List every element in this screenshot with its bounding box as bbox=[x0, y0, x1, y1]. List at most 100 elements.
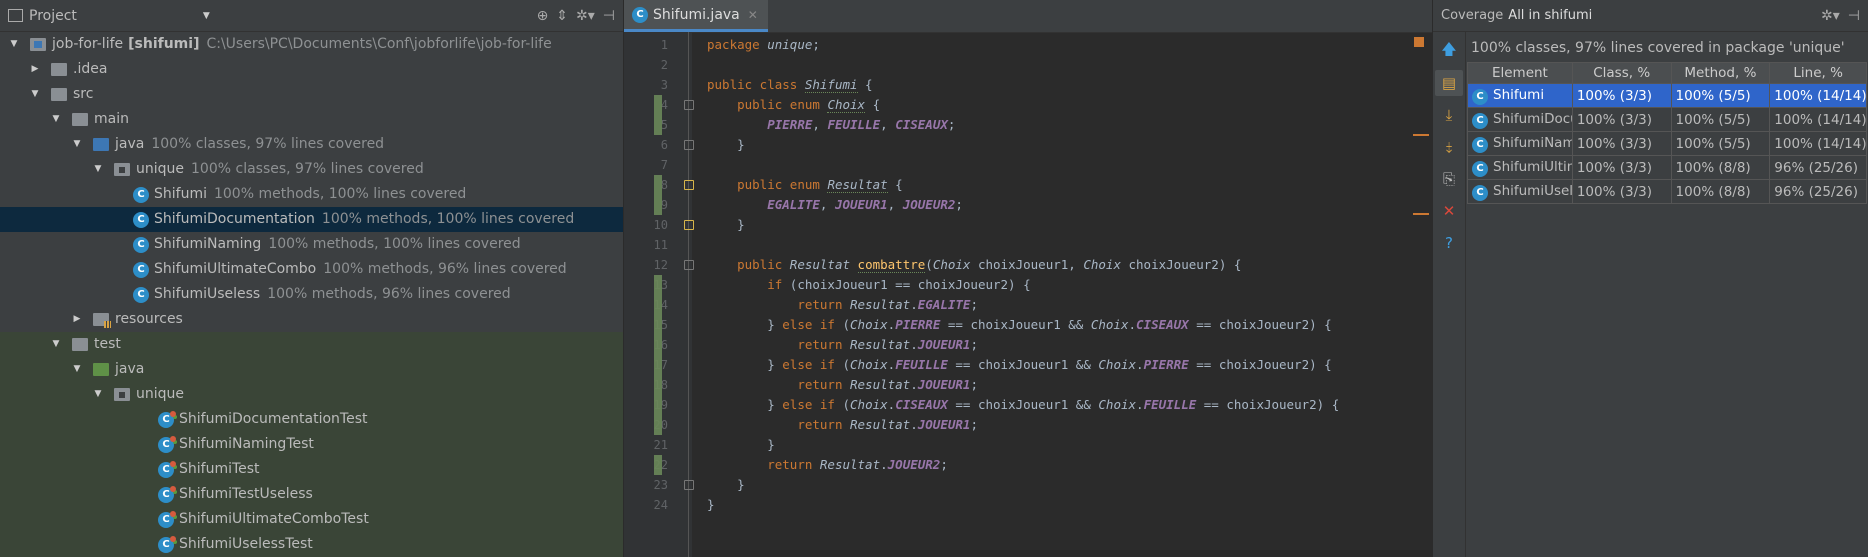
locate-icon[interactable]: ⊕ bbox=[537, 8, 549, 24]
warning-marker[interactable] bbox=[1414, 37, 1424, 47]
tree-node-class[interactable]: C ShifumiNaming 100% methods, 100% lines… bbox=[0, 232, 623, 257]
tree-node-label: ShifumiNamingTest bbox=[179, 436, 314, 452]
tree-node-src[interactable]: ▼ src bbox=[0, 82, 623, 107]
close-icon[interactable]: ✕ bbox=[748, 8, 758, 22]
tree-node-label: main bbox=[94, 111, 129, 127]
tree-node-main-java[interactable]: ▼ java 100% classes, 97% lines covered bbox=[0, 132, 623, 157]
code-line: 10 } bbox=[624, 215, 1432, 235]
fold-icon[interactable] bbox=[684, 180, 694, 190]
tree-node-test-class[interactable]: C ShifumiNamingTest bbox=[0, 432, 623, 457]
coverage-summary: 100% classes, 97% lines covered in packa… bbox=[1471, 40, 1845, 56]
chevron-down-icon[interactable]: ▼ bbox=[27, 82, 43, 107]
test-class-icon: C bbox=[158, 410, 176, 428]
package-icon bbox=[114, 163, 130, 176]
chevron-down-icon[interactable]: ▼ bbox=[90, 382, 106, 407]
class-coverage-cell: 100% (3/3) bbox=[1571, 179, 1672, 204]
tree-node-main-unique[interactable]: ▼ unique 100% classes, 97% lines covered bbox=[0, 157, 623, 182]
project-view-selector[interactable]: Project bbox=[8, 8, 77, 24]
tree-node-test-class[interactable]: C ShifumiTest bbox=[0, 457, 623, 482]
class-icon: C bbox=[133, 236, 149, 253]
chevron-right-icon[interactable]: ▶ bbox=[27, 57, 43, 82]
code-line: 16 return Resultat.JOUEUR1; bbox=[624, 335, 1432, 355]
chevron-down-icon[interactable]: ▼ bbox=[48, 332, 64, 357]
gear-icon[interactable]: ✲▾ bbox=[576, 8, 595, 24]
line-number: 2 bbox=[660, 58, 668, 72]
code-line: 8 public enum Resultat { bbox=[624, 175, 1432, 195]
coverage-panel: Coverage All in shifumi ✲▾ ⊣ 🡅 ▤ ⤓ ⤈ ⎘ ✕… bbox=[1433, 0, 1868, 557]
fold-icon[interactable] bbox=[684, 140, 694, 150]
tree-node-test-java[interactable]: ▼ java bbox=[0, 357, 623, 382]
code-area[interactable]: 1 package unique; 2 3 public class Shifumi… bbox=[624, 35, 1432, 515]
tree-node-test-class[interactable]: C ShifumiUltimateComboTest bbox=[0, 507, 623, 532]
tree-node-class[interactable]: C ShifumiUseless 100% methods, 96% lines… bbox=[0, 282, 623, 307]
tree-node-test-class[interactable]: C ShifumiUselessTest bbox=[0, 532, 623, 557]
chevron-right-icon[interactable]: ▶ bbox=[69, 307, 85, 332]
chevron-down-icon[interactable]: ▼ bbox=[48, 107, 64, 132]
chevron-down-icon[interactable]: ▼ bbox=[6, 32, 22, 57]
tree-node-class[interactable]: C ShifumiUltimateCombo 100% methods, 96%… bbox=[0, 257, 623, 282]
warning-stripe[interactable] bbox=[1413, 213, 1429, 215]
code-line: 6 } bbox=[624, 135, 1432, 155]
export-icon[interactable]: ⎘ bbox=[1435, 166, 1463, 192]
line-number: 21 bbox=[653, 438, 668, 452]
code-line: 11 bbox=[624, 235, 1432, 255]
arrow-up-icon[interactable]: 🡅 bbox=[1435, 38, 1463, 64]
code-line: 15 } else if (Choix.PIERRE == choixJoueu… bbox=[624, 315, 1432, 335]
coverage-marker bbox=[654, 95, 662, 115]
tree-node-test-class[interactable]: C ShifumiTestUseless bbox=[0, 482, 623, 507]
tree-node-resources[interactable]: ▶ resources bbox=[0, 307, 623, 332]
coverage-marker bbox=[654, 195, 662, 215]
close-icon[interactable]: ✕ bbox=[1435, 198, 1463, 224]
column-header-line[interactable]: Line, % bbox=[1769, 62, 1867, 84]
element-cell: C ShifumiNaming bbox=[1467, 131, 1573, 156]
hide-panel-icon[interactable]: ⊣ bbox=[603, 8, 615, 24]
tree-node-main[interactable]: ▼ main bbox=[0, 107, 623, 132]
code-line: 12 public Resultat combattre(Choix choix… bbox=[624, 255, 1432, 275]
coverage-marker bbox=[654, 455, 662, 475]
chevron-down-icon[interactable]: ▼ bbox=[90, 157, 106, 182]
collapse-all-icon[interactable]: ⇕ bbox=[556, 8, 568, 24]
coverage-header: Coverage All in shifumi ✲▾ ⊣ bbox=[1433, 0, 1868, 32]
line-number: 24 bbox=[653, 498, 668, 512]
table-row[interactable]: C ShifumiNaming 100% (3/3) 100% (5/5) 100… bbox=[1467, 131, 1867, 156]
method-coverage-cell: 100% (5/5) bbox=[1670, 83, 1771, 108]
tree-node-test[interactable]: ▼ test bbox=[0, 332, 623, 357]
tree-node-path: C:\Users\PC\Documents\Conf\jobforlife\jo… bbox=[206, 36, 552, 52]
tree-node-label: ShifumiUltimateCombo bbox=[154, 261, 317, 277]
tree-node-test-unique[interactable]: ▼ unique bbox=[0, 382, 623, 407]
column-header-element[interactable]: Element bbox=[1467, 62, 1573, 84]
chevron-down-icon[interactable]: ▼ bbox=[69, 357, 85, 382]
table-row[interactable]: C ShifumiUseless 100% (3/3) 100% (8/8) 96… bbox=[1467, 179, 1867, 204]
chevron-down-icon[interactable]: ▼ bbox=[69, 132, 85, 157]
flatten-packages-icon[interactable]: ▤ bbox=[1435, 70, 1463, 96]
project-tree: ▼ job-for-life [shifumi] C:\Users\PC\Doc… bbox=[0, 32, 623, 557]
warning-stripe[interactable] bbox=[1413, 134, 1429, 136]
tree-node-label: test bbox=[94, 336, 121, 352]
tree-node-test-class[interactable]: C ShifumiDocumentationTest bbox=[0, 407, 623, 432]
column-header-method[interactable]: Method, % bbox=[1670, 62, 1771, 84]
table-row[interactable]: C Shifumi 100% (3/3) 100% (5/5) 100% (14/… bbox=[1467, 83, 1867, 108]
tree-node-class[interactable]: C Shifumi 100% methods, 100% lines cover… bbox=[0, 182, 623, 207]
table-row[interactable]: C ShifumiDocumentation 100% (3/3) 100% (5… bbox=[1467, 107, 1867, 132]
editor-tab-bar: C Shifumi.java ✕ bbox=[624, 0, 1432, 33]
tree-node-project-root[interactable]: ▼ job-for-life [shifumi] C:\Users\PC\Doc… bbox=[0, 32, 623, 57]
tree-node-class-selected[interactable]: C ShifumiDocumentation 100% methods, 100… bbox=[0, 207, 623, 232]
project-title: Project bbox=[29, 7, 77, 24]
help-icon[interactable]: ? bbox=[1435, 230, 1463, 256]
hide-panel-icon[interactable]: ⊣ bbox=[1848, 8, 1860, 24]
tree-node-label: job-for-life bbox=[52, 36, 124, 52]
gear-icon[interactable]: ✲▾ bbox=[1821, 8, 1840, 24]
fold-icon[interactable] bbox=[684, 260, 694, 270]
coverage-marker bbox=[654, 175, 662, 195]
chevron-down-icon[interactable]: ▼ bbox=[203, 11, 210, 21]
fold-icon[interactable] bbox=[684, 480, 694, 490]
tree-node-idea[interactable]: ▶ .idea bbox=[0, 57, 623, 82]
import-icon[interactable]: ⤓ bbox=[1435, 102, 1463, 128]
table-row[interactable]: C ShifumiUltimateCombo 100% (3/3) 100% (8… bbox=[1467, 155, 1867, 180]
code-line: 21 } bbox=[624, 435, 1432, 455]
editor-tab-shifumi[interactable]: C Shifumi.java ✕ bbox=[624, 0, 768, 32]
generate-report-icon[interactable]: ⤈ bbox=[1435, 134, 1463, 160]
fold-icon[interactable] bbox=[684, 220, 694, 230]
column-header-class[interactable]: Class, % bbox=[1571, 62, 1672, 84]
fold-icon[interactable] bbox=[684, 100, 694, 110]
